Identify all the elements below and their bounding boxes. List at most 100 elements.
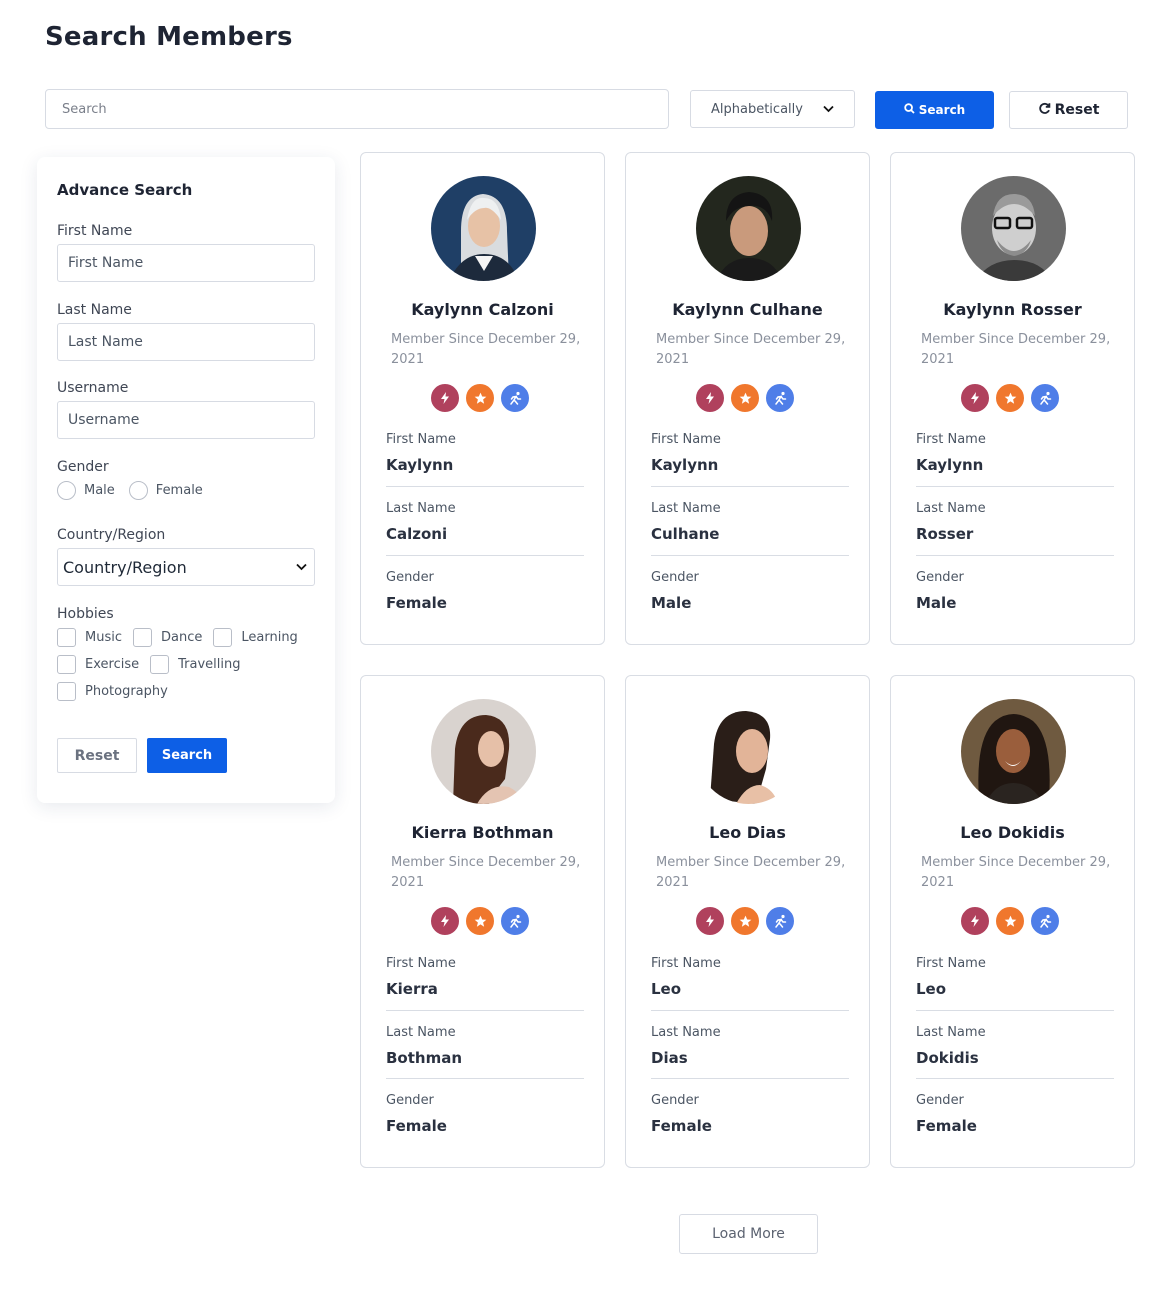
hobby-label: Exercise: [85, 657, 140, 672]
divider: [386, 555, 584, 556]
first-name-field[interactable]: First Name: [57, 244, 315, 282]
username-placeholder: Username: [68, 412, 140, 428]
first-name-value: Kaylynn: [386, 456, 454, 474]
member-name: Leo Dias: [709, 823, 786, 842]
hobby-checkbox-exercise[interactable]: [57, 655, 76, 674]
member-name: Leo Dokidis: [960, 823, 1065, 842]
hobby-label: Dance: [161, 630, 203, 645]
advance-reset-button[interactable]: Reset: [57, 738, 137, 773]
hobby-checkbox-travelling[interactable]: [150, 655, 170, 674]
hobby-label: Music: [85, 630, 122, 645]
first-name-value: Leo: [651, 980, 682, 998]
first-name-placeholder: First Name: [68, 255, 144, 271]
chevron-down-icon: [296, 561, 307, 574]
member-since: Member Since December 29, 2021: [391, 332, 581, 367]
last-name-label: Last Name: [916, 1025, 986, 1040]
hobby-checkbox-music[interactable]: [57, 628, 76, 647]
hobbies-row: Exercise Travelling: [57, 655, 251, 674]
gender-option-label: Female: [155, 483, 203, 498]
member-since: Member Since December 29, 2021: [921, 855, 1111, 890]
member-card[interactable]: Kaylynn Rosser Member Since December 29,…: [890, 152, 1135, 645]
search-button[interactable]: Search: [875, 91, 994, 129]
first-name-value: Leo: [916, 980, 947, 998]
hobby-checkbox-dance[interactable]: [133, 628, 152, 647]
last-name-value: Dokidis: [916, 1049, 979, 1067]
member-card[interactable]: Kaylynn Calzoni Member Since December 29…: [360, 152, 605, 645]
bolt-icon: [430, 906, 460, 936]
hobbies-row: Music Dance Learning: [57, 628, 309, 647]
member-since: Member Since December 29, 2021: [656, 855, 846, 890]
last-name-placeholder: Last Name: [68, 334, 143, 350]
reset-button-label: Reset: [1054, 102, 1100, 118]
country-select[interactable]: Country/Region: [57, 548, 315, 586]
last-name-value: Culhane: [651, 525, 720, 543]
username-label: Username: [57, 380, 129, 396]
last-name-field[interactable]: Last Name: [57, 323, 315, 361]
divider: [386, 1010, 584, 1011]
load-more-button[interactable]: Load More: [679, 1214, 818, 1254]
country-label: Country/Region: [57, 527, 166, 543]
bolt-icon: [695, 906, 725, 936]
last-name-label: Last Name: [651, 501, 721, 516]
hobby-label: Photography: [85, 684, 168, 699]
gender-label: Gender: [916, 1093, 964, 1108]
last-name-value: Bothman: [386, 1049, 463, 1067]
badge-group: [430, 906, 530, 936]
member-since: Member Since December 29, 2021: [656, 332, 846, 367]
last-name-label: Last Name: [386, 1025, 456, 1040]
hobby-label: Travelling: [178, 657, 241, 672]
last-name-label: Last Name: [651, 1025, 721, 1040]
avatar: [696, 699, 801, 804]
divider: [386, 1078, 584, 1079]
advance-search-button[interactable]: Search: [147, 738, 227, 773]
avatar: [961, 176, 1066, 281]
gender-radio-female[interactable]: [128, 481, 148, 500]
hobby-checkbox-photography[interactable]: [57, 682, 76, 701]
member-name: Kaylynn Rosser: [943, 300, 1082, 319]
first-name-label: First Name: [386, 432, 456, 447]
gender-radio-male[interactable]: [57, 481, 76, 500]
gender-value: Female: [651, 1117, 712, 1135]
bolt-icon: [430, 383, 460, 413]
sort-select-value: Alphabetically: [711, 101, 803, 117]
first-name-label: First Name: [916, 432, 986, 447]
first-name-label: First Name: [386, 956, 456, 971]
member-card[interactable]: Kierra Bothman Member Since December 29,…: [360, 675, 605, 1168]
chevron-down-icon: [823, 103, 834, 116]
last-name-value: Calzoni: [386, 525, 448, 543]
gender-value: Female: [386, 594, 447, 612]
hobbies-label: Hobbies: [57, 606, 114, 622]
member-card[interactable]: Leo Dias Member Since December 29, 2021 …: [625, 675, 870, 1168]
gender-label: Gender: [386, 570, 434, 585]
last-name-label: Last Name: [386, 501, 456, 516]
member-name: Kierra Bothman: [411, 823, 554, 842]
runner-icon: [500, 906, 530, 936]
gender-label: Gender: [651, 570, 699, 585]
search-input[interactable]: [45, 89, 669, 129]
sort-select[interactable]: Alphabetically: [690, 90, 855, 128]
star-icon: [465, 383, 495, 413]
badge-group: [960, 383, 1060, 413]
star-icon: [730, 906, 760, 936]
avatar: [696, 176, 801, 281]
divider: [916, 486, 1114, 487]
gender-radio-group: Male Female: [57, 481, 217, 500]
reset-button[interactable]: Reset: [1009, 91, 1128, 129]
first-name-label: First Name: [651, 956, 721, 971]
divider: [651, 1078, 849, 1079]
member-card[interactable]: Kaylynn Culhane Member Since December 29…: [625, 152, 870, 645]
username-field[interactable]: Username: [57, 401, 315, 439]
runner-icon: [1030, 906, 1060, 936]
badge-group: [430, 383, 530, 413]
member-card[interactable]: Leo Dokidis Member Since December 29, 20…: [890, 675, 1135, 1168]
hobby-checkbox-learning[interactable]: [213, 628, 233, 647]
divider: [916, 1078, 1114, 1079]
hobby-label: Learning: [241, 630, 298, 645]
member-name: Kaylynn Culhane: [672, 300, 823, 319]
last-name-value: Dias: [651, 1049, 688, 1067]
search-icon: [904, 103, 915, 117]
first-name-label: First Name: [651, 432, 721, 447]
gender-value: Male: [651, 594, 692, 612]
star-icon: [995, 383, 1025, 413]
bolt-icon: [960, 383, 990, 413]
